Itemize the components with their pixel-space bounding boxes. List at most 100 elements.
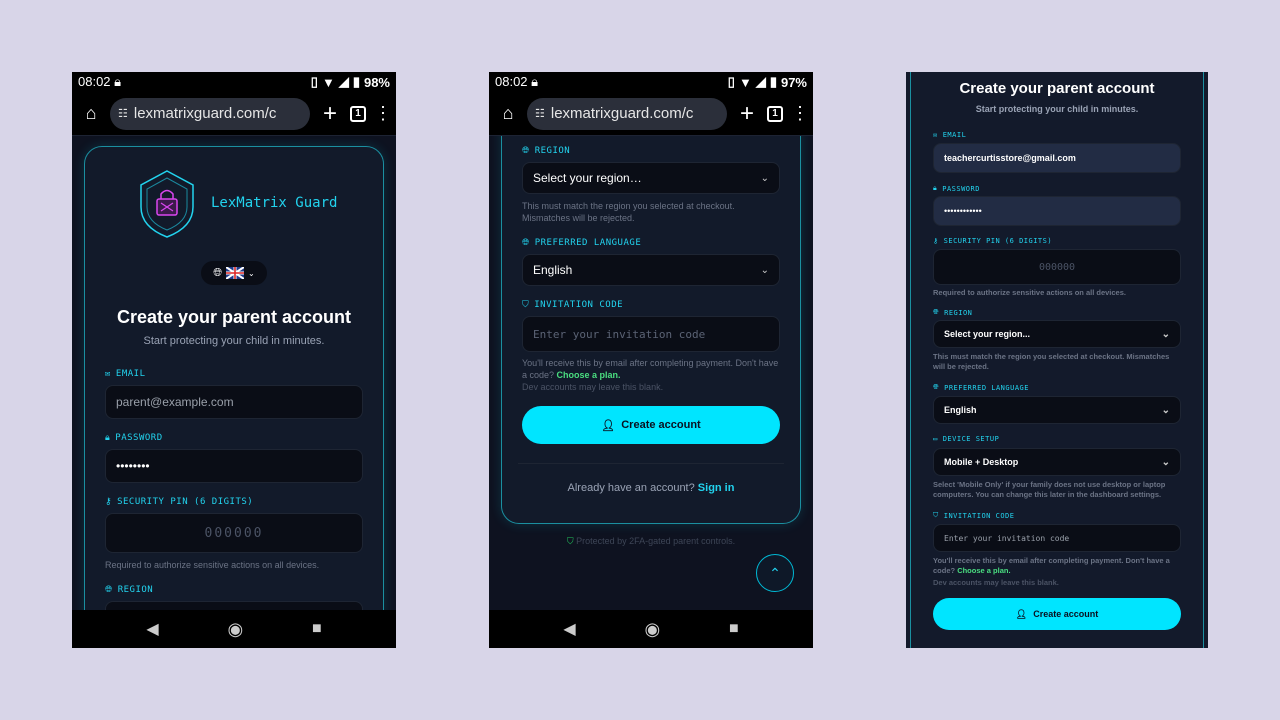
status-time: 08:02: [495, 74, 528, 89]
new-tab-icon[interactable]: +: [735, 100, 759, 128]
create-account-button[interactable]: 👤︎ Create account: [933, 598, 1181, 630]
home-icon[interactable]: ⌂: [80, 103, 102, 124]
invite-code-field[interactable]: Enter your invitation code: [522, 316, 780, 352]
scroll-to-top-button[interactable]: ⌃: [756, 554, 794, 592]
battery-level: 98%: [363, 74, 390, 90]
password-field[interactable]: ••••••••: [105, 449, 363, 483]
home-circle-icon[interactable]: ◉: [644, 619, 660, 640]
choose-plan-link[interactable]: Choose a plan.: [557, 370, 621, 380]
signin-link[interactable]: Sign in: [698, 482, 735, 494]
tab-switcher-icon[interactable]: 1: [767, 105, 783, 122]
site-settings-icon[interactable]: ☷: [118, 107, 128, 120]
more-menu-icon[interactable]: ⋮: [791, 103, 809, 124]
vibrate-icon: ▯: [310, 74, 318, 89]
region-hint: This must match the region you selected …: [933, 352, 1170, 371]
android-nav-bar: ◀ ◉ ■: [72, 610, 396, 648]
pin-placeholder: 000000: [1038, 261, 1076, 273]
more-menu-icon[interactable]: ⋮: [374, 103, 392, 124]
invite-placeholder: Enter your invitation code: [533, 327, 706, 341]
tab-switcher-icon[interactable]: 1: [350, 105, 366, 122]
password-field[interactable]: ••••••••••••: [933, 196, 1181, 226]
password-value: ••••••••: [116, 459, 150, 473]
signup-card: 🌐︎ REGION Select your region… ⌄ This must …: [501, 136, 801, 524]
dev-hint: Dev accounts may leave this blank.: [522, 382, 664, 392]
language-label: 🌐︎ PREFERRED LANGUAGE: [522, 238, 641, 248]
footer-text: Protected by 2FA-gated parent controls.: [576, 536, 736, 546]
recents-icon[interactable]: ■: [312, 620, 322, 638]
language-select[interactable]: English ⌄: [522, 254, 780, 286]
language-label-text: PREFERRED LANGUAGE: [944, 383, 1029, 392]
battery-icon: ▮: [769, 74, 777, 89]
email-field[interactable]: teachercurtisstore@gmail.com: [933, 143, 1181, 173]
page-content: LexMatrix Guard 🌐︎ ⌄ Create your parent …: [72, 136, 396, 610]
email-field[interactable]: parent@example.com: [105, 385, 363, 419]
dev-hint: Dev accounts may leave this blank.: [933, 578, 1059, 587]
key-icon: ⚷: [933, 237, 939, 245]
signal-icon: ◢: [755, 74, 766, 89]
device-label-text: DEVICE SETUP: [942, 435, 1000, 443]
add-user-icon: 👤︎: [601, 419, 616, 432]
chevron-up-icon: ⌃: [769, 564, 781, 581]
password-label: 🔒︎ PASSWORD: [933, 184, 980, 193]
uk-flag-icon: [226, 267, 245, 279]
signin-prompt: Already have an account?: [567, 482, 695, 494]
divider: [518, 463, 784, 464]
create-account-label: Create account: [621, 419, 701, 431]
back-icon[interactable]: ◀: [563, 619, 575, 639]
invite-placeholder: Enter your invitation code: [944, 533, 1070, 543]
email-label-text: EMAIL: [942, 131, 967, 139]
language-switcher[interactable]: 🌐︎ ⌄: [201, 261, 267, 285]
email-placeholder: parent@example.com: [116, 395, 234, 409]
home-circle-icon[interactable]: ◉: [227, 619, 243, 640]
email-value: teachercurtisstore@gmail.com: [944, 153, 1076, 163]
region-select[interactable]: [105, 601, 363, 610]
email-label: ✉ EMAIL: [933, 131, 966, 139]
globe-icon: 🌐︎: [933, 308, 940, 316]
invite-hint: You'll receive this by email after compl…: [522, 357, 780, 381]
device-setup-select[interactable]: Mobile + Desktop ⌄: [933, 448, 1181, 476]
language-value: English: [533, 263, 573, 277]
shield-check-icon: ⛉: [566, 536, 574, 546]
language-select[interactable]: English ⌄: [933, 396, 1181, 424]
signal-icon: ◢: [338, 74, 349, 89]
globe-icon: 🌐︎: [522, 146, 530, 156]
shield-logo-icon: [140, 170, 194, 238]
new-tab-icon[interactable]: +: [318, 100, 342, 128]
url-text: lexmatrixguard.com/c: [133, 105, 277, 122]
region-label: 🌐︎ REGION: [105, 585, 153, 595]
address-bar[interactable]: ☷ lexmatrixguard.com/c: [527, 97, 727, 130]
pin-placeholder: 000000: [204, 525, 264, 541]
invite-label-text: INVITATION CODE: [943, 511, 1015, 520]
chevron-down-icon: ⌄: [1161, 404, 1170, 416]
globe-icon: 🌐︎: [213, 266, 223, 279]
globe-icon: 🌐︎: [933, 383, 940, 391]
home-icon[interactable]: ⌂: [497, 103, 519, 124]
region-select[interactable]: Select your region... ⌄: [933, 320, 1181, 348]
password-label-text: PASSWORD: [115, 433, 163, 443]
lock-icon: 🔒︎: [933, 184, 938, 192]
pin-hint: Required to authorize sensitive actions …: [105, 560, 320, 570]
region-select[interactable]: Select your region… ⌄: [522, 162, 780, 194]
battery-level: 97%: [780, 74, 807, 90]
shield-check-icon: ⛉: [522, 300, 530, 310]
create-account-button[interactable]: 👤︎ Create account: [522, 406, 780, 444]
language-value: English: [944, 405, 977, 415]
invite-code-field[interactable]: Enter your invitation code: [933, 524, 1181, 552]
pin-field[interactable]: 000000: [105, 513, 363, 553]
url-text: lexmatrixguard.com/c: [550, 105, 694, 122]
pin-label-text: SECURITY PIN (6 DIGITS): [117, 497, 254, 507]
back-icon[interactable]: ◀: [146, 619, 158, 639]
protection-footer: ⛉ Protected by 2FA-gated parent controls…: [489, 536, 813, 547]
pin-label: ⚷ SECURITY PIN (6 DIGITS): [105, 497, 253, 507]
vibrate-icon: ▯: [727, 74, 735, 89]
site-settings-icon[interactable]: ☷: [535, 107, 545, 120]
recents-icon[interactable]: ■: [729, 620, 739, 638]
battery-icon: ▮: [352, 74, 360, 89]
screen-3-form: Create your parent account Start protect…: [906, 72, 1208, 648]
wifi-icon: ▼: [738, 74, 752, 90]
region-label-text: REGION: [117, 585, 154, 595]
pin-field[interactable]: 000000: [933, 249, 1181, 285]
choose-plan-link[interactable]: Choose a plan.: [957, 566, 1010, 575]
address-bar[interactable]: ☷ lexmatrixguard.com/c: [110, 97, 310, 130]
invite-label-text: INVITATION CODE: [534, 300, 624, 310]
